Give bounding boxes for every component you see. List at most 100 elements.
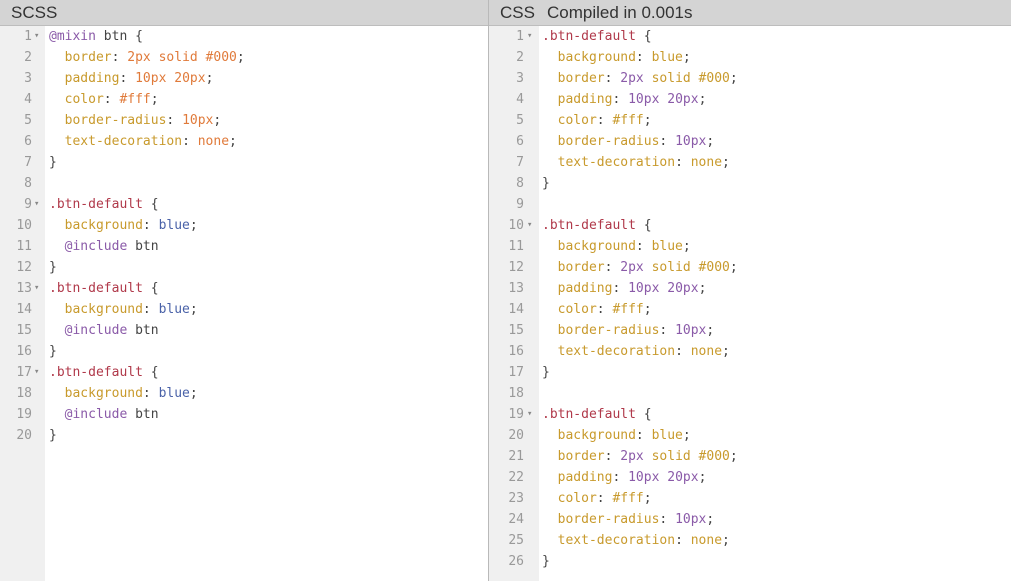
code-token: solid #000 — [643, 449, 730, 464]
css-code-line[interactable]: 13 padding: 10px 20px; — [489, 278, 1011, 299]
code-text: .btn-default { — [542, 26, 652, 47]
scss-code-line[interactable]: 17 ▾ .btn-default { — [0, 362, 488, 383]
line-number: 12 — [508, 260, 524, 275]
scss-code-line[interactable]: 18 background: blue; — [0, 383, 488, 404]
line-number: 26 — [508, 554, 524, 569]
code-token: : — [635, 239, 652, 254]
code-text: } — [49, 425, 57, 446]
scss-code-line[interactable]: 8 — [0, 173, 488, 194]
scss-code-line[interactable]: 13 ▾ .btn-default { — [0, 278, 488, 299]
code-token: } — [542, 554, 550, 569]
css-code-line[interactable]: 2 background: blue; — [489, 47, 1011, 68]
code-token: : — [182, 134, 198, 149]
code-token: { — [635, 29, 652, 44]
code-token: blue — [158, 218, 190, 233]
code-token: #fff — [612, 491, 644, 506]
scss-code-line[interactable]: 20} — [0, 425, 488, 446]
code-text: color: #fff; — [542, 488, 652, 509]
fold-arrow-icon[interactable]: ▾ — [34, 278, 39, 299]
css-code-line[interactable]: 11 background: blue; — [489, 236, 1011, 257]
css-code-line[interactable]: 19 ▾ .btn-default { — [489, 404, 1011, 425]
code-token: btn — [127, 239, 159, 254]
line-number: 9 — [24, 197, 32, 212]
css-code-line[interactable]: 15 border-radius: 10px; — [489, 320, 1011, 341]
scss-code-line[interactable]: 14 background: blue; — [0, 299, 488, 320]
code-token: ; — [706, 512, 715, 527]
scss-code-line[interactable]: 11 @include btn — [0, 236, 488, 257]
fold-arrow-icon[interactable]: ▾ — [34, 26, 39, 47]
scss-code-line[interactable]: 5 border-radius: 10px; — [0, 110, 488, 131]
css-code-line[interactable]: 24 border-radius: 10px; — [489, 509, 1011, 530]
css-code-line[interactable]: 25 text-decoration: none; — [489, 530, 1011, 551]
css-code-line[interactable]: 23 color: #fff; — [489, 488, 1011, 509]
scss-code-line[interactable]: 7} — [0, 152, 488, 173]
line-number: 5 — [516, 113, 524, 128]
code-token: ; — [706, 323, 715, 338]
code-token: background — [49, 386, 143, 401]
css-code-line[interactable]: 4 padding: 10px 20px; — [489, 89, 1011, 110]
fold-arrow-icon[interactable]: ▾ — [527, 404, 532, 425]
code-text: color: #fff; — [542, 299, 652, 320]
code-token: : — [612, 281, 629, 296]
scss-code-line[interactable]: 2 border: 2px solid #000; — [0, 47, 488, 68]
fold-arrow-icon[interactable]: ▾ — [527, 215, 532, 236]
code-token: text-decoration — [542, 155, 676, 170]
code-text: border: 2px solid #000; — [49, 47, 245, 68]
css-code-line[interactable]: 12 border: 2px solid #000; — [489, 257, 1011, 278]
scss-code-line[interactable]: 1 ▾ @mixin btn { — [0, 26, 488, 47]
code-token: btn — [127, 323, 159, 338]
scss-code-line[interactable]: 9 ▾ .btn-default { — [0, 194, 488, 215]
fold-arrow-icon[interactable]: ▾ — [34, 194, 39, 215]
css-code-line[interactable]: 6 border-radius: 10px; — [489, 131, 1011, 152]
css-pane-header: CSS Compiled in 0.001s — [489, 0, 1011, 26]
scss-code-line[interactable]: 12} — [0, 257, 488, 278]
css-code-line[interactable]: 18 — [489, 383, 1011, 404]
code-token: ; — [205, 71, 214, 86]
scss-code-line[interactable]: 3 padding: 10px 20px; — [0, 68, 488, 89]
code-token: border — [542, 71, 605, 86]
code-text: } — [49, 257, 57, 278]
css-code-line[interactable]: 17} — [489, 362, 1011, 383]
code-token: color — [49, 92, 104, 107]
code-token: .btn-default — [542, 218, 636, 233]
css-code-line[interactable]: 22 padding: 10px 20px; — [489, 467, 1011, 488]
css-code-line[interactable]: 21 border: 2px solid #000; — [489, 446, 1011, 467]
code-token: text-decoration — [542, 344, 676, 359]
css-code-line[interactable]: 10 ▾ .btn-default { — [489, 215, 1011, 236]
line-number: 24 — [508, 512, 524, 527]
scss-editor-pane[interactable]: SCSS 1 ▾ @mixin btn {2 border: 2px solid #… — [0, 0, 488, 581]
code-text: background: blue; — [49, 383, 198, 404]
fold-arrow-icon[interactable]: ▾ — [527, 26, 532, 47]
line-number: 1 — [24, 29, 32, 44]
code-token: border-radius — [542, 512, 660, 527]
code-text: } — [542, 551, 550, 572]
scss-code-line[interactable]: 16} — [0, 341, 488, 362]
css-code-line[interactable]: 3 border: 2px solid #000; — [489, 68, 1011, 89]
code-token: border — [542, 449, 605, 464]
css-code-line[interactable]: 5 color: #fff; — [489, 110, 1011, 131]
scss-code-area[interactable]: 1 ▾ @mixin btn {2 border: 2px solid #000; 3… — [0, 26, 488, 581]
css-code-area[interactable]: 1 ▾ .btn-default {2 background: blue; 3 bor… — [489, 26, 1011, 581]
scss-code-line[interactable]: 15 @include btn — [0, 320, 488, 341]
code-token: background — [542, 50, 636, 65]
css-code-line[interactable]: 14 color: #fff; — [489, 299, 1011, 320]
code-token: : — [596, 491, 613, 506]
css-code-line[interactable]: 1 ▾ .btn-default { — [489, 26, 1011, 47]
code-text: @include btn — [49, 320, 159, 341]
code-token: .btn-default — [49, 281, 143, 296]
css-code-line[interactable]: 7 text-decoration: none; — [489, 152, 1011, 173]
scss-code-line[interactable]: 4 color: #fff; — [0, 89, 488, 110]
scss-code-line[interactable]: 19 @include btn — [0, 404, 488, 425]
css-code-line[interactable]: 20 background: blue; — [489, 425, 1011, 446]
scss-code-line[interactable]: 10 background: blue; — [0, 215, 488, 236]
scss-code-line[interactable]: 6 text-decoration: none; — [0, 131, 488, 152]
fold-arrow-icon[interactable]: ▾ — [34, 362, 39, 383]
code-token: 2px solid #000 — [127, 50, 237, 65]
css-code-line[interactable]: 9 — [489, 194, 1011, 215]
css-code-line[interactable]: 8} — [489, 173, 1011, 194]
css-output-pane[interactable]: CSS Compiled in 0.001s 1 ▾ .btn-default {2 … — [489, 0, 1011, 581]
css-code-line[interactable]: 26} — [489, 551, 1011, 572]
code-text: padding: 10px 20px; — [542, 278, 707, 299]
css-code-line[interactable]: 16 text-decoration: none; — [489, 341, 1011, 362]
code-token: @include — [49, 407, 128, 422]
